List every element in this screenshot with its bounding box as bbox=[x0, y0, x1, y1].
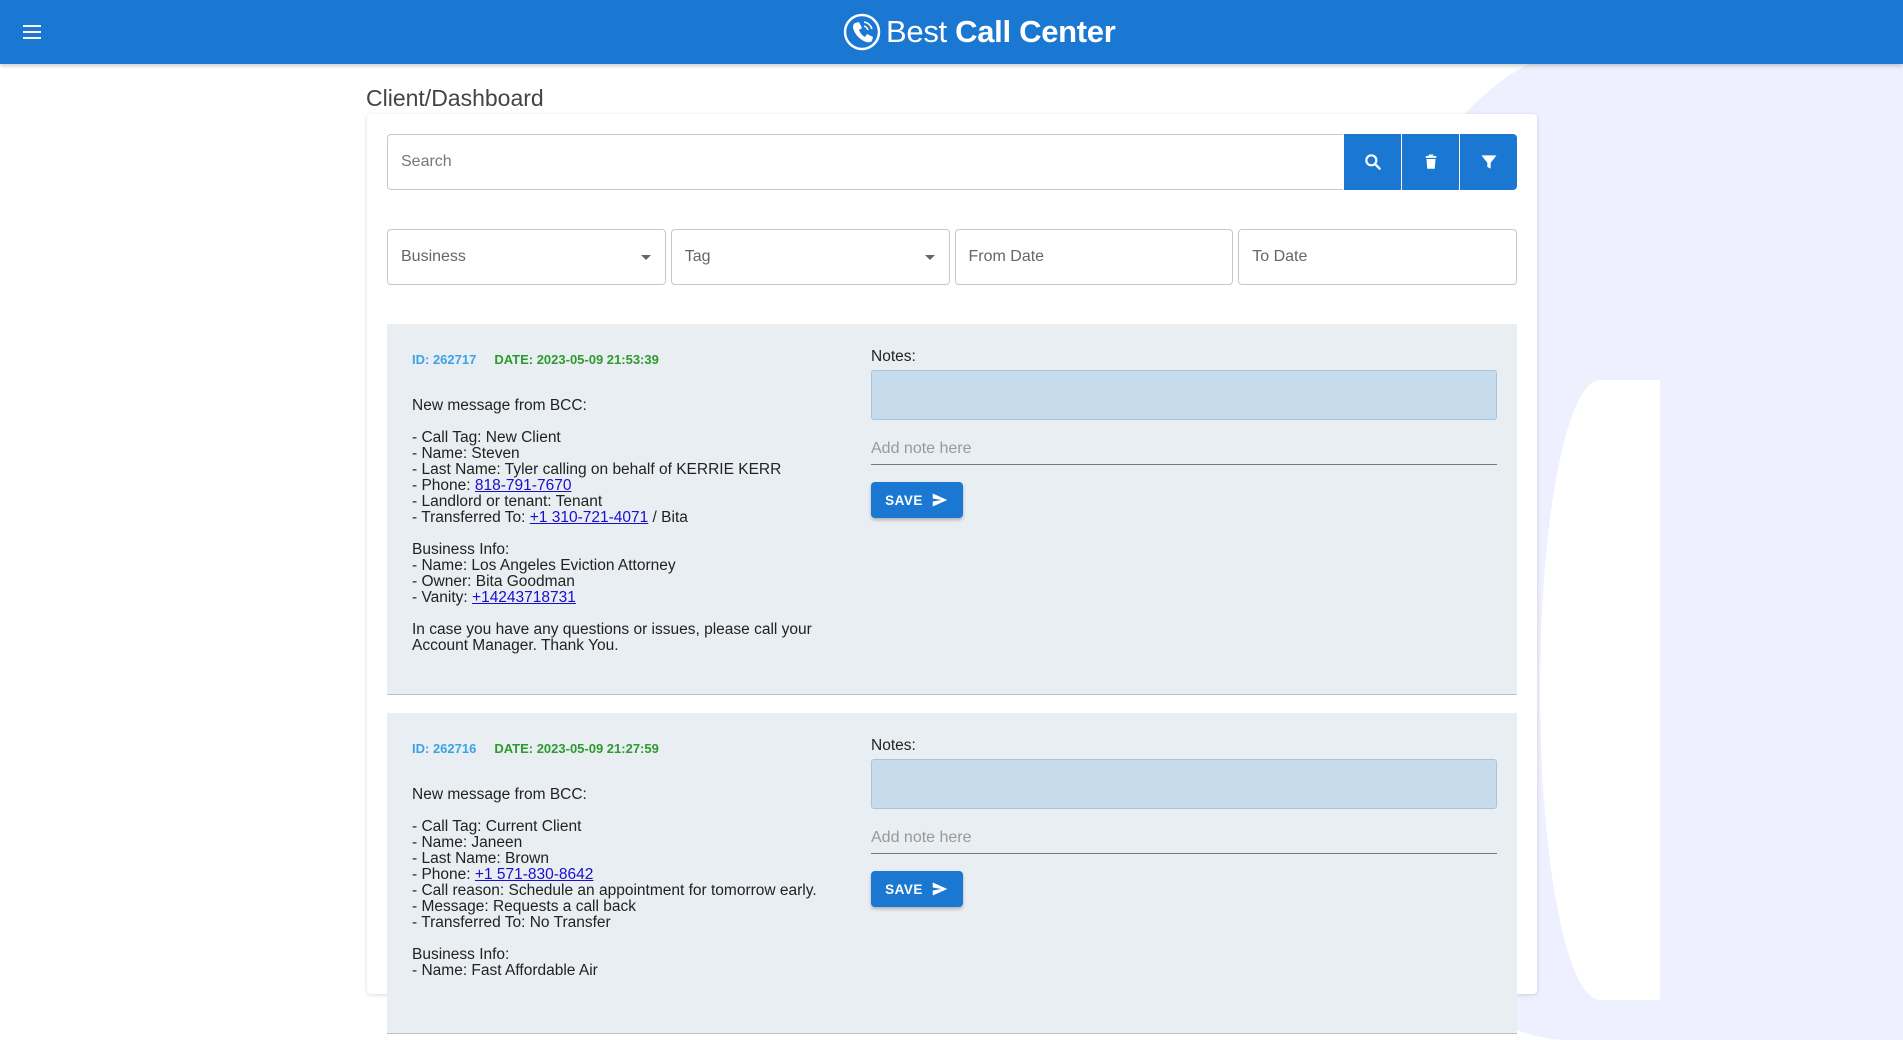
caller-phone: - Phone: 818-791-7670 bbox=[412, 478, 852, 494]
send-icon bbox=[932, 493, 948, 507]
chevron-down-icon bbox=[924, 255, 935, 260]
top-app-bar: Best Call Center bbox=[0, 0, 1903, 64]
call-reason: - Call reason: Schedule an appointment f… bbox=[412, 882, 817, 899]
business-name: - Name: Los Angeles Eviction Attorney bbox=[412, 557, 676, 574]
from-date-label: From Date bbox=[968, 248, 1045, 265]
menu-icon[interactable] bbox=[18, 18, 46, 46]
message-meta: ID: 262717 DATE: 2023-05-09 21:53:39 bbox=[412, 352, 852, 368]
vanity-phone-link[interactable]: +14243718731 bbox=[472, 589, 576, 606]
transferred-to: - Transferred To: No Transfer bbox=[412, 914, 611, 931]
filter-button[interactable] bbox=[1460, 134, 1517, 190]
search-input[interactable] bbox=[387, 134, 1343, 190]
transferred-to-label: - Transferred To: bbox=[412, 509, 530, 526]
notes-label: Notes: bbox=[871, 737, 916, 754]
business-select-label: Business bbox=[401, 248, 466, 265]
caller-name: - Name: Steven bbox=[412, 445, 520, 462]
search-icon bbox=[1364, 154, 1381, 170]
trash-icon bbox=[1425, 154, 1436, 169]
search-button[interactable] bbox=[1344, 134, 1401, 190]
landlord-or-tenant: - Landlord or tenant: Tenant bbox=[412, 493, 603, 510]
background-decoration-cutout bbox=[1540, 380, 1660, 1000]
business-owner: - Owner: Bita Goodman bbox=[412, 573, 575, 590]
brand-logo[interactable]: Best Call Center bbox=[842, 10, 1116, 54]
save-button-label: SAVE bbox=[885, 492, 923, 508]
business-vanity-label: - Vanity: bbox=[412, 589, 473, 606]
save-button[interactable]: SAVE bbox=[871, 482, 963, 518]
message-card: ID: 262716 DATE: 2023-05-09 21:27:59 New … bbox=[387, 713, 1517, 1034]
message-intro: New message from BCC: bbox=[412, 397, 587, 414]
dashboard-panel: Business Tag From Date To Date ID: 26271… bbox=[367, 114, 1537, 1034]
brand-name-light: Best bbox=[886, 14, 956, 49]
notes-section: Notes: SAVE bbox=[871, 348, 1497, 518]
call-tag: - Call Tag: New Client bbox=[412, 429, 561, 446]
message-date: DATE: 2023-05-09 21:53:39 bbox=[494, 352, 659, 367]
brand-name-bold: Call Center bbox=[955, 14, 1116, 49]
business-info-title: Business Info: bbox=[412, 946, 510, 963]
message-id: ID: 262717 bbox=[412, 352, 477, 367]
message-content: ID: 262717 DATE: 2023-05-09 21:53:39 New … bbox=[412, 352, 852, 654]
message-content: ID: 262716 DATE: 2023-05-09 21:27:59 New … bbox=[412, 741, 852, 979]
closing-line-2: Account Manager. Thank You. bbox=[412, 637, 619, 654]
caller-phone-label: - Phone: bbox=[412, 477, 475, 494]
caller-last-name: - Last Name: Brown bbox=[412, 850, 549, 867]
save-button[interactable]: SAVE bbox=[871, 871, 963, 907]
page-title: Client/Dashboard bbox=[366, 85, 544, 112]
business-select[interactable]: Business bbox=[387, 229, 666, 285]
search-bar bbox=[387, 134, 1517, 190]
brand-name: Best Call Center bbox=[886, 14, 1116, 50]
message-card: ID: 262717 DATE: 2023-05-09 21:53:39 New … bbox=[387, 324, 1517, 695]
notes-section: Notes: SAVE bbox=[871, 737, 1497, 907]
message-meta: ID: 262716 DATE: 2023-05-09 21:27:59 bbox=[412, 741, 852, 757]
transferred-to-suffix: / Bita bbox=[648, 509, 688, 526]
tag-select[interactable]: Tag bbox=[670, 229, 950, 285]
phone-link[interactable]: 818-791-7670 bbox=[475, 477, 572, 494]
business-vanity: - Vanity: +14243718731 bbox=[412, 590, 852, 606]
filter-row: Business Tag From Date To Date bbox=[387, 229, 1517, 285]
caller-name: - Name: Janeen bbox=[412, 834, 523, 851]
call-tag: - Call Tag: Current Client bbox=[412, 818, 582, 835]
caller-phone-label: - Phone: bbox=[412, 866, 475, 883]
chevron-down-icon bbox=[640, 255, 651, 260]
phone-logo-icon bbox=[843, 13, 881, 51]
notes-display bbox=[871, 759, 1497, 809]
message-date: DATE: 2023-05-09 21:27:59 bbox=[494, 741, 659, 756]
closing-line-1: In case you have any questions or issues… bbox=[412, 621, 812, 638]
caller-message: - Message: Requests a call back bbox=[412, 898, 636, 915]
from-date-field[interactable]: From Date bbox=[954, 229, 1234, 285]
save-button-label: SAVE bbox=[885, 881, 923, 897]
send-icon bbox=[932, 882, 948, 896]
message-intro: New message from BCC: bbox=[412, 786, 587, 803]
add-note-input[interactable] bbox=[871, 440, 1497, 465]
caller-last-name: - Last Name: Tyler calling on behalf of … bbox=[412, 461, 782, 478]
clear-button[interactable] bbox=[1402, 134, 1459, 190]
to-date-field[interactable]: To Date bbox=[1238, 229, 1517, 285]
business-name: - Name: Fast Affordable Air bbox=[412, 962, 598, 979]
notes-display bbox=[871, 370, 1497, 420]
transferred-to: - Transferred To: +1 310-721-4071 / Bita bbox=[412, 510, 852, 526]
to-date-label: To Date bbox=[1252, 248, 1308, 265]
tag-select-label: Tag bbox=[684, 248, 711, 265]
message-id: ID: 262716 bbox=[412, 741, 477, 756]
business-info-title: Business Info: bbox=[412, 541, 510, 558]
add-note-input[interactable] bbox=[871, 829, 1497, 854]
caller-phone: - Phone: +1 571-830-8642 bbox=[412, 867, 852, 883]
filter-icon bbox=[1481, 155, 1496, 169]
transfer-phone-link[interactable]: +1 310-721-4071 bbox=[530, 509, 649, 526]
notes-label: Notes: bbox=[871, 348, 916, 365]
phone-link[interactable]: +1 571-830-8642 bbox=[475, 866, 594, 883]
